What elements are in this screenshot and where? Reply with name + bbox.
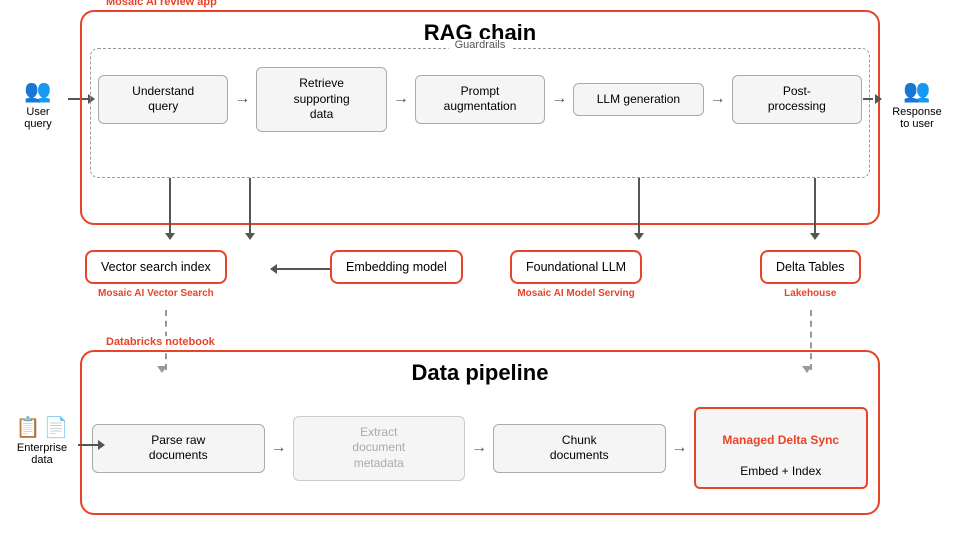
user-query-label: User query bbox=[8, 106, 68, 130]
pipeline-arrow-3 bbox=[666, 439, 694, 457]
rag-to-response-arrow bbox=[863, 94, 882, 104]
pipeline-notebook-label: Databricks notebook bbox=[102, 336, 219, 348]
table-icon: 📋 bbox=[16, 415, 41, 440]
understand-query-box: Understand query bbox=[98, 75, 228, 124]
vec-embed-arrow bbox=[270, 264, 332, 274]
extract-metadata-box: Extract document metadata bbox=[293, 416, 466, 481]
managed-delta-sync-box: Managed Delta Sync Embed + Index bbox=[694, 407, 869, 489]
llm-generation-box: LLM generation bbox=[573, 83, 703, 117]
foundational-llm-sublabel: Mosaic AI Model Serving bbox=[510, 288, 642, 299]
pipeline-arrow-1 bbox=[265, 439, 293, 457]
prompt-augmentation-box: Prompt augmentation bbox=[415, 75, 545, 124]
delta-tables-box: Delta Tables bbox=[760, 250, 861, 284]
doc-icon: 📄 bbox=[44, 415, 69, 440]
vector-search-box: Vector search index bbox=[85, 250, 227, 284]
post-processing-box: Post- processing bbox=[732, 75, 862, 124]
vector-search-group: Vector search index Mosaic AI Vector Sea… bbox=[85, 250, 227, 299]
enterprise-data-label: Enterprise data bbox=[8, 442, 76, 466]
retrieve-to-vector-arrow bbox=[245, 178, 255, 240]
rag-outer-label: Mosaic AI review app bbox=[102, 0, 221, 8]
person-icon: 👥 bbox=[24, 78, 51, 103]
foundational-llm-group: Foundational LLM Mosaic AI Model Serving bbox=[510, 250, 642, 299]
pipeline-row: Parse raw documents Extract document met… bbox=[92, 407, 868, 489]
chunk-documents-box: Chunk documents bbox=[493, 424, 666, 473]
response-user-group: 👥 Response to user bbox=[882, 78, 952, 130]
post-to-delta-arrow bbox=[810, 178, 820, 240]
retrieve-data-box: Retrieve supporting data bbox=[256, 67, 386, 132]
data-pipeline-box: Databricks notebook Data pipeline Parse … bbox=[80, 350, 880, 515]
managed-delta-sync-label: Managed Delta Sync bbox=[722, 433, 839, 447]
response-label: Response to user bbox=[882, 106, 952, 130]
rag-chain-box: Mosaic AI review app RAG chain Guardrail… bbox=[80, 10, 880, 225]
arrow-4 bbox=[704, 90, 732, 108]
guardrails-label: Guardrails bbox=[449, 39, 512, 51]
arrow-3 bbox=[545, 90, 573, 108]
pipeline-title: Data pipeline bbox=[82, 360, 878, 386]
pipeline-arrow-2 bbox=[465, 439, 493, 457]
embedding-model-group: Embedding model bbox=[330, 250, 463, 284]
delta-tables-sublabel: Lakehouse bbox=[760, 288, 861, 299]
understand-to-vector-arrow bbox=[165, 178, 175, 240]
vector-search-sublabel: Mosaic AI Vector Search bbox=[85, 288, 227, 299]
parse-raw-box: Parse raw documents bbox=[92, 424, 265, 473]
embedding-model-box: Embedding model bbox=[330, 250, 463, 284]
arrow-2 bbox=[387, 90, 415, 108]
embed-index-label: Embed + Index bbox=[740, 464, 821, 478]
process-row: Understand query Retrieve supporting dat… bbox=[98, 67, 862, 132]
enterprise-icons: 📋 📄 bbox=[8, 415, 76, 440]
delta-tables-group: Delta Tables Lakehouse bbox=[760, 250, 861, 299]
arrow-1 bbox=[228, 90, 256, 108]
enterprise-data-group: 📋 📄 Enterprise data bbox=[8, 415, 76, 466]
enterprise-to-pipeline-arrow bbox=[78, 440, 105, 450]
foundational-llm-box: Foundational LLM bbox=[510, 250, 642, 284]
llm-to-foundational-arrow bbox=[634, 178, 644, 240]
user-query-group: 👥 User query bbox=[8, 78, 68, 130]
diagram: 👥 User query Mosaic AI review app RAG ch… bbox=[0, 0, 960, 540]
response-person-icon: 👥 bbox=[903, 78, 930, 103]
